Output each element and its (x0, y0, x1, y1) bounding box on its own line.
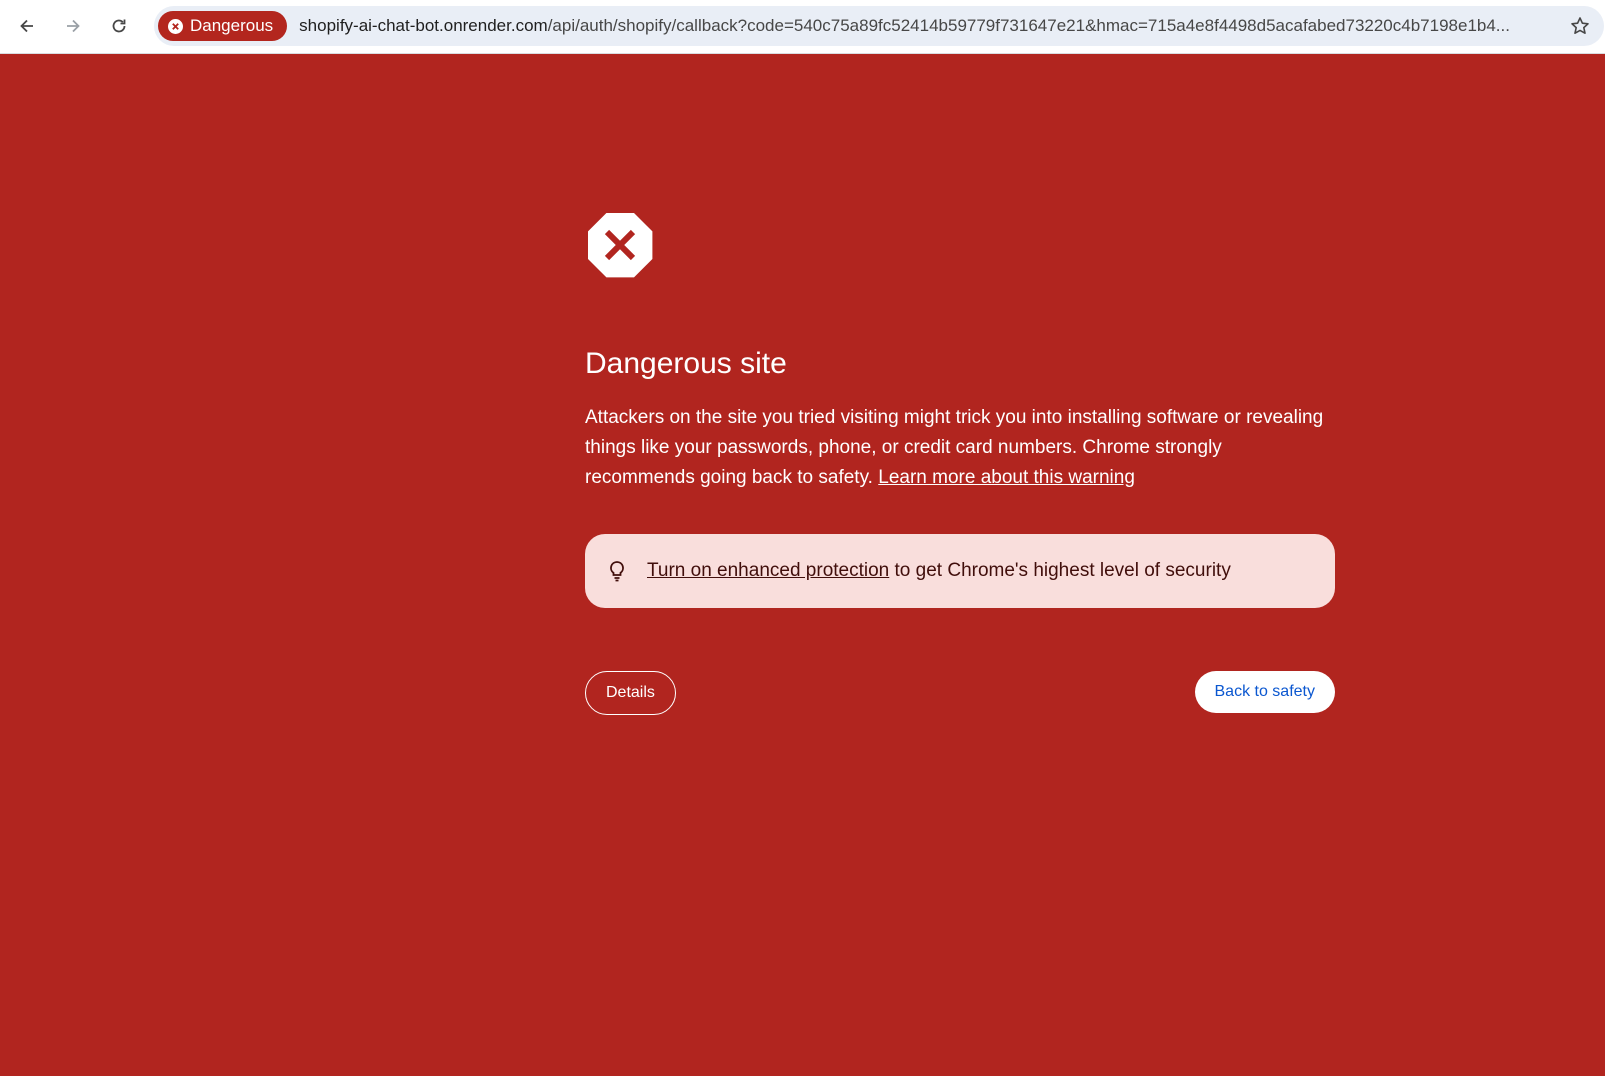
address-url[interactable]: shopify-ai-chat-bot.onrender.com/api/aut… (299, 16, 1529, 36)
url-host: shopify-ai-chat-bot.onrender.com (299, 16, 548, 35)
url-path: /api/auth/shopify/callback?code=540c75a8… (547, 16, 1510, 35)
details-button[interactable]: Details (585, 671, 676, 715)
back-to-safety-button[interactable]: Back to safety (1194, 671, 1335, 713)
action-buttons: Details Back to safety (585, 671, 1335, 715)
error-octagon-icon (588, 213, 653, 278)
forward-arrow-icon (67, 19, 80, 33)
interstitial-content: Dangerous site Attackers on the site you… (585, 210, 1335, 715)
bookmark-star-icon[interactable] (1570, 16, 1590, 36)
browser-toolbar: Dangerous shopify-ai-chat-bot.onrender.c… (0, 0, 1605, 54)
learn-more-link[interactable]: Learn more about this warning (878, 467, 1135, 488)
tip-suffix: to get Chrome's highest level of securit… (889, 560, 1231, 581)
enhanced-protection-tip: Turn on enhanced protection to get Chrom… (585, 534, 1335, 608)
error-circle-icon (168, 18, 183, 34)
security-chip[interactable]: Dangerous (158, 11, 288, 41)
back-arrow-icon (20, 19, 33, 33)
back-button[interactable] (9, 8, 45, 44)
warning-description: Attackers on the site you tried visiting… (585, 403, 1335, 493)
reload-icon (112, 19, 126, 33)
tip-text: Turn on enhanced protection to get Chrom… (647, 560, 1231, 582)
enhanced-protection-link[interactable]: Turn on enhanced protection (647, 560, 889, 581)
reload-button[interactable] (101, 8, 137, 44)
omnibox[interactable]: Dangerous shopify-ai-chat-bot.onrender.c… (154, 6, 1604, 46)
security-chip-label: Dangerous (190, 16, 274, 35)
forward-button[interactable] (55, 8, 91, 44)
lightbulb-icon (610, 561, 624, 582)
page-title: Dangerous site (585, 347, 787, 380)
